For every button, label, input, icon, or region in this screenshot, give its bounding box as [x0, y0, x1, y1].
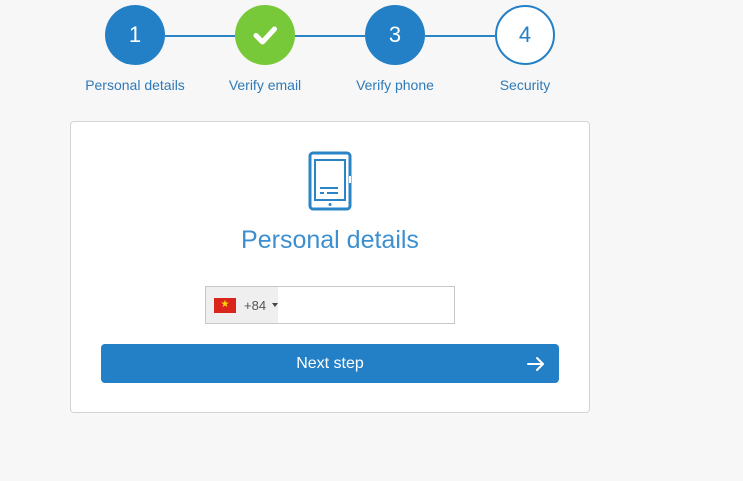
step-number-circle: 4	[495, 5, 555, 65]
step-label: Verify email	[228, 77, 302, 93]
phone-icon	[308, 151, 352, 211]
step-number-circle: 3	[365, 5, 425, 65]
phone-number-field: ★ +84	[205, 286, 476, 324]
next-step-label: Next step	[296, 354, 364, 372]
progress-stepper: 1 Personal details Verify email 3 Verify…	[0, 0, 743, 110]
phone-verification-card: Personal details ★ +84 Next step	[70, 121, 590, 413]
card-title: Personal details	[241, 226, 419, 254]
step-label: Verify phone	[356, 77, 434, 93]
check-icon	[253, 26, 277, 45]
step-label: Security	[499, 77, 551, 93]
step-security[interactable]: 4 Security	[455, 5, 595, 93]
step-personal-details[interactable]: 1 Personal details	[65, 5, 205, 93]
vietnam-flag-icon: ★	[214, 297, 236, 313]
page: 1 Personal details Verify email 3 Verify…	[0, 0, 743, 481]
country-code-dropdown[interactable]: ★ +84	[206, 287, 279, 323]
dial-code: +84	[244, 297, 267, 313]
arrow-right-icon	[527, 357, 544, 371]
step-verify-email[interactable]: Verify email	[195, 5, 335, 93]
step-verify-phone[interactable]: 3 Verify phone	[325, 5, 465, 93]
step-number-circle: 1	[105, 5, 165, 65]
step-complete-circle	[235, 5, 295, 65]
step-label: Personal details	[85, 77, 185, 93]
next-step-button[interactable]: Next step	[101, 344, 559, 383]
phone-number-input[interactable]	[278, 287, 476, 323]
